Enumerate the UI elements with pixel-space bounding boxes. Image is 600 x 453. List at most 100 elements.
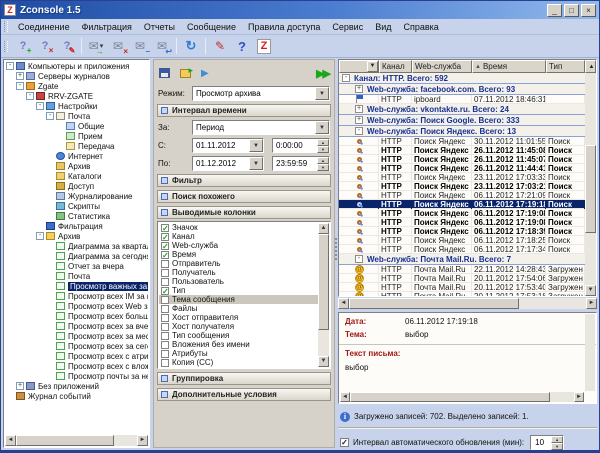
menu-help[interactable]: Справка (398, 21, 445, 33)
table-group-row[interactable]: -Web-служба: Поиск Яндекс. Всего: 13 (339, 126, 585, 137)
checkbox-icon[interactable]: ✓ (161, 287, 169, 295)
spin-up-icon[interactable]: ▲ (317, 139, 329, 146)
query-edit-button[interactable]: ?✎ (56, 37, 78, 56)
spinner-buttons[interactable]: ▲▼ (551, 436, 563, 449)
menu-message[interactable]: Сообщение (181, 21, 242, 33)
tree-item[interactable]: +Серверы журналов (5, 71, 148, 81)
expand-icon[interactable]: + (16, 382, 24, 390)
column-option[interactable]: Пользователь (159, 277, 318, 286)
scroll-down-icon[interactable]: ▼ (318, 356, 329, 367)
erase-button[interactable]: ✎ (209, 37, 231, 56)
collapse-icon[interactable]: - (342, 74, 350, 82)
section-interval[interactable]: Интервал времени (157, 104, 331, 117)
checkbox-icon[interactable]: ✓ (161, 233, 169, 241)
menu-filtering[interactable]: Фильтрация (76, 21, 138, 33)
detail-horizontal-scrollbar[interactable]: ◄ ► (340, 392, 584, 402)
tree-item[interactable]: Просмотр всех за сегодня (5, 341, 148, 351)
checkbox-icon[interactable] (161, 260, 169, 268)
chevron-down-icon[interactable]: ▼ (315, 87, 329, 100)
tree-item[interactable]: Архив (5, 161, 148, 171)
tree-item[interactable]: -Zgate (5, 81, 148, 91)
help-button[interactable]: ? (231, 37, 253, 56)
table-horizontal-scrollbar[interactable]: ◄ ► (338, 298, 597, 309)
query-add-button[interactable]: ?+ (12, 37, 34, 56)
table-row[interactable]: @HTTPПочта Mail.Ru20.11.2012 17:53:18Заг… (339, 292, 585, 296)
save-icon[interactable] (159, 68, 170, 78)
checkbox-icon[interactable] (161, 332, 169, 340)
section-filter[interactable]: Фильтр (157, 174, 331, 187)
message-delete-button[interactable]: ✉× (107, 37, 129, 56)
tree-item[interactable]: Скрипты (5, 201, 148, 211)
scroll-right-icon[interactable]: ► (137, 435, 148, 446)
message-reply-button[interactable]: ✉↩ (151, 37, 173, 56)
table-group-row[interactable]: +Web-служба: vkontakte.ru. Всего: 24 (339, 104, 585, 115)
tree-item[interactable]: Просмотр всех IM за неделю (5, 291, 148, 301)
spin-down-icon[interactable]: ▼ (317, 164, 329, 171)
checkbox-icon[interactable] (161, 314, 169, 322)
menu-reports[interactable]: Отчеты (138, 21, 181, 33)
spin-up-icon[interactable]: ▲ (551, 436, 563, 443)
scrollbar-thumb[interactable] (318, 234, 329, 330)
checkbox-icon[interactable]: ✓ (161, 224, 169, 232)
close-button[interactable]: × (581, 4, 596, 17)
spinner-buttons[interactable]: ▲▼ (317, 157, 329, 170)
message-print-button[interactable]: ✉− (129, 37, 151, 56)
tree-item[interactable]: -RRV-ZGATE (5, 91, 148, 101)
tree-item[interactable]: Просмотр важных за сегодня (5, 281, 148, 291)
section-extra-conditions[interactable]: Дополнительные условия (157, 388, 331, 401)
collapse-icon[interactable]: - (6, 62, 14, 70)
header-icon-column[interactable]: ▼ (339, 60, 379, 73)
autorefresh-checkbox[interactable]: ✓ (340, 438, 349, 447)
tree-item[interactable]: Просмотр всех за месяц (5, 331, 148, 341)
column-option[interactable]: ✓Канал (159, 232, 318, 241)
from-time-spinner[interactable]: 0:00:00 ▲▼ (272, 138, 330, 153)
tree-horizontal-scrollbar[interactable]: ◄ ► (5, 435, 148, 446)
section-grouping[interactable]: Группировка (157, 372, 331, 385)
checkbox-icon[interactable] (161, 296, 169, 304)
checkbox-icon[interactable] (161, 269, 169, 277)
header-channel[interactable]: Канал (379, 60, 412, 73)
detail-vertical-scrollbar[interactable] (585, 314, 595, 391)
section-columns[interactable]: Выводимые колонки (157, 206, 331, 219)
refresh-button[interactable]: ↻ (180, 37, 202, 56)
collapse-icon[interactable]: - (46, 112, 54, 120)
collapse-icon[interactable]: - (355, 255, 363, 263)
collapse-icon[interactable]: - (36, 232, 44, 240)
checkbox-icon[interactable] (161, 305, 169, 313)
scroll-down-icon[interactable]: ▼ (585, 285, 596, 296)
zgate-button[interactable]: Z (253, 37, 275, 56)
table-group-row[interactable]: +Web-служба: Поиск Google. Всего: 333 (339, 115, 585, 126)
tree-item[interactable]: Журналирование (5, 191, 148, 201)
autorefresh-input[interactable]: 10 ▲▼ (530, 435, 564, 450)
tree-item[interactable]: Диаграмма за квартал (5, 241, 148, 251)
tree-item[interactable]: Статистика (5, 211, 148, 221)
column-option[interactable]: Тип сообщения (159, 331, 318, 340)
scrollbar-thumb[interactable] (585, 145, 596, 233)
expand-icon[interactable]: + (355, 105, 363, 113)
from-date-picker[interactable]: 01.11.2012 ▼ (192, 138, 264, 153)
tree-item[interactable]: Просмотр всех больше 10 Мб (5, 311, 148, 321)
column-option[interactable]: Отправитель (159, 259, 318, 268)
tree-item[interactable]: Просмотр всех с атрибутами за (5, 351, 148, 361)
message-forward-button[interactable]: ✉→▾ (85, 37, 107, 56)
tree-item[interactable]: +Без приложений (5, 381, 148, 391)
checkbox-icon[interactable] (161, 278, 169, 286)
chevron-down-icon[interactable]: ▼ (249, 157, 263, 170)
tree-item[interactable]: Фильтрация (5, 221, 148, 231)
expand-icon[interactable]: + (16, 72, 24, 80)
scroll-right-icon[interactable]: ► (586, 298, 597, 309)
collapse-icon[interactable]: - (36, 102, 44, 110)
tree-item[interactable]: -Настройки (5, 101, 148, 111)
expand-icon[interactable]: + (355, 85, 363, 93)
header-time[interactable]: ▲Время (472, 60, 546, 73)
run-icon[interactable]: ▶ (201, 68, 209, 79)
tree-item[interactable]: Просмотр всех Web за неделю (5, 301, 148, 311)
checkbox-icon[interactable] (161, 359, 169, 367)
spin-down-icon[interactable]: ▼ (551, 443, 563, 450)
column-option[interactable]: ✓Web-служба (159, 241, 318, 250)
column-option[interactable]: ✓Тип (159, 286, 318, 295)
column-option[interactable]: Получатель (159, 268, 318, 277)
chevron-down-icon[interactable]: ▼ (315, 121, 329, 134)
spin-up-icon[interactable]: ▲ (317, 157, 329, 164)
tree-item[interactable]: Каталоги (5, 171, 148, 181)
